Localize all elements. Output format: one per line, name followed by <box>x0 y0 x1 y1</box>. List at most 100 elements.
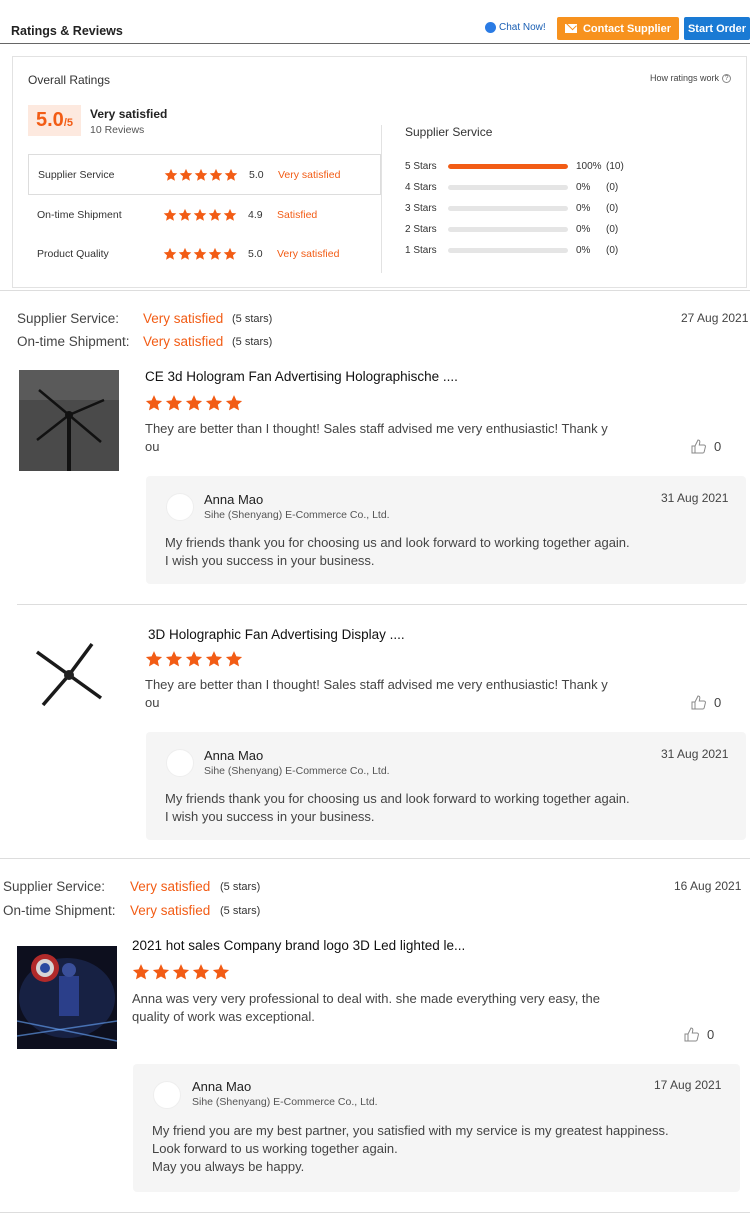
how-ratings-work-link[interactable]: How ratings work ? <box>650 73 732 83</box>
reply-date: 31 Aug 2021 <box>661 747 729 761</box>
review-shipment-label: On-time Shipment: <box>17 334 130 349</box>
reply-text: My friend you are my best partner, you s… <box>152 1122 732 1176</box>
product-image[interactable] <box>19 630 119 720</box>
avatar <box>166 493 194 521</box>
breakdown-percent: 100% <box>576 160 602 172</box>
star-icon <box>132 964 150 980</box>
hologram-hero-image <box>17 946 117 1049</box>
star-icon <box>163 247 177 260</box>
item-divider <box>17 604 747 605</box>
supplier-reply: Anna Mao Sihe (Shenyang) E-Commerce Co.,… <box>146 476 746 584</box>
star-icon <box>212 964 230 980</box>
avatar <box>166 749 194 777</box>
review-star-rating <box>145 650 243 668</box>
reply-text-line: My friend you are my best partner, you s… <box>152 1123 669 1138</box>
review-shipment-value: Very satisfied <box>143 334 224 349</box>
review-shipment-value: Very satisfied <box>130 903 211 918</box>
overall-score: 5.0 /5 <box>28 105 81 136</box>
breakdown-count: (10) <box>606 160 624 172</box>
like-count: 0 <box>714 439 722 454</box>
hologram-fan-blades-image <box>19 630 119 720</box>
header-divider <box>0 43 750 44</box>
star-icon <box>178 208 192 221</box>
review-text-line: They are better than I thought! Sales st… <box>145 677 608 692</box>
star-icon <box>165 651 183 667</box>
breakdown-bar-fill <box>448 163 568 169</box>
breakdown-percent: 0% <box>576 244 591 256</box>
product-title-link[interactable]: CE 3d Hologram Fan Advertising Holograph… <box>145 369 458 384</box>
avatar <box>153 1081 181 1109</box>
reply-name: Anna Mao <box>192 1079 252 1094</box>
breakdown-label: 1 Stars <box>405 244 437 256</box>
review-date: 27 Aug 2021 <box>681 311 749 325</box>
breakdown-label: 4 Stars <box>405 181 437 193</box>
star-icon <box>172 964 190 980</box>
start-order-button[interactable]: Start Order <box>684 17 750 40</box>
breakdown-row: 3 Stars 0% (0) <box>405 201 685 215</box>
like-button[interactable]: 0 <box>683 1026 714 1043</box>
reply-date: 31 Aug 2021 <box>661 491 729 505</box>
category-score: 5.0 <box>248 248 263 260</box>
overall-ratings-panel: Overall Ratings How ratings work ? 5.0 /… <box>12 56 747 288</box>
mail-icon <box>564 24 577 33</box>
reply-text-line: I wish you success in your business. <box>165 809 375 824</box>
star-icon <box>185 651 203 667</box>
star-icon <box>193 208 207 221</box>
breakdown-bar <box>448 226 568 232</box>
category-satisfaction: Satisfied <box>277 209 318 221</box>
star-icon <box>224 168 238 181</box>
star-icon <box>205 651 223 667</box>
review-text: They are better than I thought! Sales st… <box>145 676 645 712</box>
category-label: Product Quality <box>37 248 109 260</box>
reply-text-line: I wish you success in your business. <box>165 553 375 568</box>
star-icon <box>178 247 192 260</box>
reply-text: My friends thank you for choosing us and… <box>165 534 725 570</box>
review-shipment-stars: (5 stars) <box>220 905 261 917</box>
hologram-fan-image <box>19 370 119 471</box>
review-text: Anna was very very professional to deal … <box>132 990 652 1026</box>
product-title-link[interactable]: 2021 hot sales Company brand logo 3D Led… <box>132 938 465 953</box>
like-count: 0 <box>707 1027 715 1042</box>
reply-company: Sihe (Shenyang) E-Commerce Co., Ltd. <box>204 765 390 777</box>
review-date: 16 Aug 2021 <box>674 879 742 893</box>
like-button[interactable]: 0 <box>690 438 721 455</box>
category-row-product-quality: Product Quality 5.0 Very satisfied <box>28 234 381 274</box>
star-icon <box>225 651 243 667</box>
score-max: /5 <box>63 117 73 129</box>
star-icon <box>163 208 177 221</box>
review-service-stars: (5 stars) <box>220 881 261 893</box>
product-image[interactable] <box>17 946 117 1049</box>
chat-now-link[interactable]: Chat Now! <box>485 22 546 33</box>
score-value: 5.0 <box>36 109 64 131</box>
star-icon <box>164 168 178 181</box>
category-label: On-time Shipment <box>37 209 122 221</box>
chat-now-label: Chat Now! <box>499 22 546 33</box>
breakdown-row: 1 Stars 0% (0) <box>405 243 685 257</box>
review-service-label: Supplier Service: <box>3 879 106 894</box>
thumbs-up-icon <box>691 695 706 710</box>
star-rating <box>164 168 249 182</box>
breakdown-row: 5 Stars 100% (10) <box>405 159 685 173</box>
review-star-rating <box>145 394 243 412</box>
like-button[interactable]: 0 <box>690 694 721 711</box>
reply-text-line: My friends thank you for choosing us and… <box>165 535 630 550</box>
star-icon <box>145 651 163 667</box>
contact-supplier-button[interactable]: Contact Supplier <box>557 17 679 40</box>
thumbs-up-icon <box>684 1027 699 1042</box>
breakdown-bar <box>448 247 568 253</box>
reply-text-line: My friends thank you for choosing us and… <box>165 791 630 806</box>
star-icon <box>152 964 170 980</box>
category-satisfaction: Very satisfied <box>277 248 340 260</box>
star-rating <box>163 208 248 222</box>
product-image[interactable] <box>19 370 119 471</box>
breakdown-percent: 0% <box>576 202 591 214</box>
breakdown-bar <box>448 184 568 190</box>
breakdown-label: 5 Stars <box>405 160 437 172</box>
category-ratings-table: Supplier Service 5.0 Very satisfied On-t… <box>28 154 381 274</box>
overall-ratings-title: Overall Ratings <box>28 73 111 87</box>
panel-divider <box>381 125 382 273</box>
overall-summary: Very satisfied <box>90 107 168 121</box>
product-title-link[interactable]: 3D Holographic Fan Advertising Display .… <box>148 627 405 642</box>
star-icon <box>205 395 223 411</box>
reply-company: Sihe (Shenyang) E-Commerce Co., Ltd. <box>204 509 390 521</box>
